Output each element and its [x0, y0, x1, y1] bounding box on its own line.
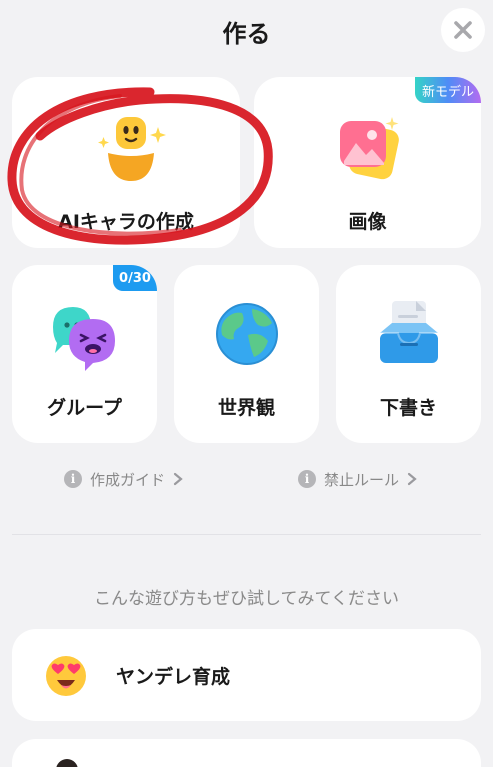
heart-eyes-emoji-icon [46, 656, 86, 696]
prohibited-rules-label: 禁止ルール [324, 470, 400, 489]
globe-icon [216, 303, 278, 365]
worldview-label: 世界観 [217, 397, 275, 419]
info-icon: i [64, 470, 82, 488]
prohibited-rules-link[interactable]: i 禁止ルール [298, 466, 417, 492]
drafts-card[interactable]: 下書き [336, 265, 481, 443]
suggestion-item-yandere[interactable]: ヤンデレ育成 [12, 629, 481, 721]
chevron-right-icon [173, 472, 183, 486]
new-model-badge: 新モデル [415, 77, 481, 103]
inbox-drafts-icon [380, 301, 438, 363]
image-label: 画像 [348, 211, 387, 233]
group-chat-icon [53, 307, 115, 371]
suggestion-avatar-icon [56, 759, 78, 767]
group-label: グループ [47, 397, 122, 419]
group-count-badge: 0/30 [113, 265, 157, 291]
suggestion-label: ヤンデレ育成 [116, 666, 231, 688]
info-links: i 作成ガイド i 禁止ルール [0, 466, 493, 492]
ai-character-card[interactable]: AIキャラの作成 [12, 77, 240, 248]
ai-character-label: AIキャラの作成 [58, 211, 194, 233]
chevron-right-icon [407, 472, 417, 486]
close-button[interactable] [441, 8, 485, 52]
worldview-card[interactable]: 世界観 [174, 265, 319, 443]
smiling-character-icon [98, 117, 166, 181]
image-icon [340, 117, 399, 180]
divider [12, 534, 481, 535]
close-icon [454, 21, 472, 39]
page-title: 作る [222, 20, 271, 48]
info-icon: i [298, 470, 316, 488]
suggestion-item-next[interactable] [12, 739, 481, 767]
group-card[interactable]: 0/30 グループ [12, 265, 157, 443]
suggestions-heading: こんな遊び方もぜひ試してみてください [94, 589, 399, 609]
creation-guide-link[interactable]: i 作成ガイド [64, 466, 183, 492]
header: 作る [0, 0, 493, 60]
image-card[interactable]: 新モデル 画像 [254, 77, 481, 248]
drafts-label: 下書き [379, 397, 437, 419]
creation-guide-label: 作成ガイド [90, 470, 166, 489]
